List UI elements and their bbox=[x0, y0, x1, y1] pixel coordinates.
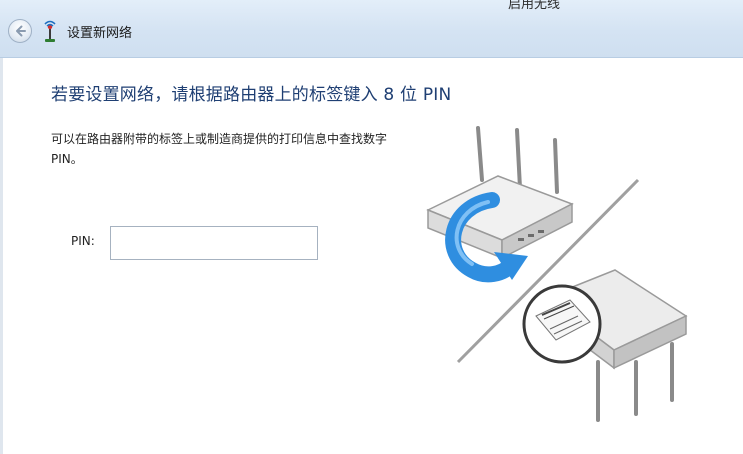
pin-label: PIN: bbox=[71, 234, 95, 248]
router-pin-label-illustration bbox=[426, 126, 688, 422]
wireless-network-icon bbox=[44, 20, 56, 42]
pin-input[interactable] bbox=[110, 226, 318, 260]
pin-instructions: 可以在路由器附带的标签上或制造商提供的打印信息中查找数字 PIN。 bbox=[51, 132, 388, 166]
page-headline: 若要设置网络，请根据路由器上的标签键入 8 位 PIN bbox=[51, 85, 452, 105]
title-bar: 启用无线 设置新网络 bbox=[0, 0, 743, 58]
back-arrow-icon bbox=[16, 25, 26, 37]
pin-label-magnifier bbox=[522, 284, 602, 364]
window-left-edge bbox=[0, 58, 3, 454]
window-title: 设置新网络 bbox=[67, 26, 133, 41]
clipped-top-text: 启用无线 bbox=[508, 0, 561, 10]
back-button[interactable] bbox=[8, 19, 32, 43]
